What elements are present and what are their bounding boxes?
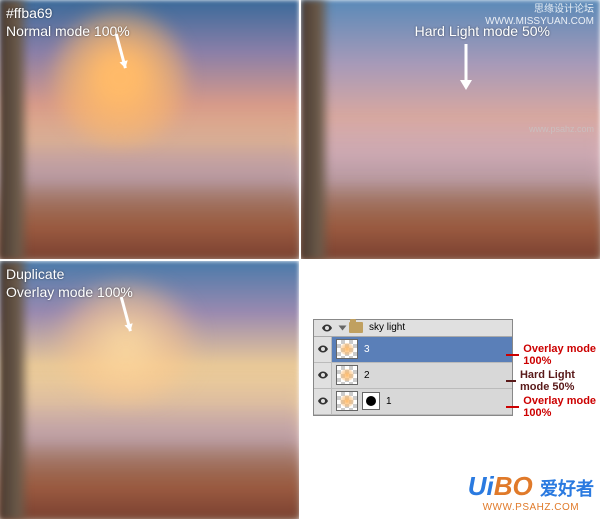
group-name: sky light xyxy=(367,322,508,333)
logo-text: UiBO xyxy=(468,471,540,501)
layer-row-3[interactable]: 3 xyxy=(314,337,512,363)
layer-name: 2 xyxy=(362,370,512,381)
panel-hard-light-mode: 思缘设计论坛 WWW.MISSYUAN.COM Hard Light mode … xyxy=(301,0,600,259)
color-hex-text: #ffba69 xyxy=(6,4,130,22)
site-logo: UiBO 爱好者 WWW.PSAHZ.COM xyxy=(468,471,594,513)
layer-mask-thumbnail xyxy=(362,392,380,410)
watermark-mid: www.psahz.com xyxy=(529,124,594,134)
chevron-down-icon[interactable] xyxy=(339,325,347,330)
panel3-label: Duplicate Overlay mode 100% xyxy=(6,265,133,301)
panel-overlay-duplicate: Duplicate Overlay mode 100% xyxy=(0,261,299,519)
visibility-eye-icon[interactable] xyxy=(318,322,336,334)
visibility-eye-icon[interactable] xyxy=(314,389,332,414)
visibility-eye-icon[interactable] xyxy=(314,337,332,362)
logo-cn-text: 爱好者 xyxy=(540,479,594,499)
annotation-text: Overlay mode 100% xyxy=(523,395,600,419)
duplicate-text: Duplicate xyxy=(6,265,133,283)
panel-layers-info: sky light 3 2 xyxy=(301,261,600,519)
watermark-cn: 思缘设计论坛 xyxy=(485,4,594,16)
annotation-text: Hard Light mode 50% xyxy=(520,369,600,393)
folder-icon xyxy=(349,322,363,333)
annotation-hardlight: Hard Light mode 50% xyxy=(506,369,600,393)
panel2-label: Hard Light mode 50% xyxy=(415,22,550,40)
layer-thumbnail xyxy=(336,339,358,359)
annotation-overlay-1: Overlay mode 100% xyxy=(506,343,600,367)
logo-url-text: WWW.PSAHZ.COM xyxy=(468,502,594,513)
layers-panel: sky light 3 2 xyxy=(313,319,513,416)
arrow-icon xyxy=(456,42,476,99)
visibility-eye-icon[interactable] xyxy=(314,363,332,388)
layer-group-header[interactable]: sky light xyxy=(314,320,512,337)
annotation-overlay-2: Overlay mode 100% xyxy=(506,395,600,419)
layer-thumbnail xyxy=(336,391,358,411)
layer-row-2[interactable]: 2 xyxy=(314,363,512,389)
layer-name: 3 xyxy=(362,344,512,355)
annotation-text: Overlay mode 100% xyxy=(523,343,600,367)
layer-name: 1 xyxy=(384,396,512,407)
panel-normal-mode: #ffba69 Normal mode 100% xyxy=(0,0,299,259)
layer-thumbnail xyxy=(336,365,358,385)
layer-row-1[interactable]: 1 xyxy=(314,389,512,415)
mode-text: Hard Light mode 50% xyxy=(415,22,550,40)
